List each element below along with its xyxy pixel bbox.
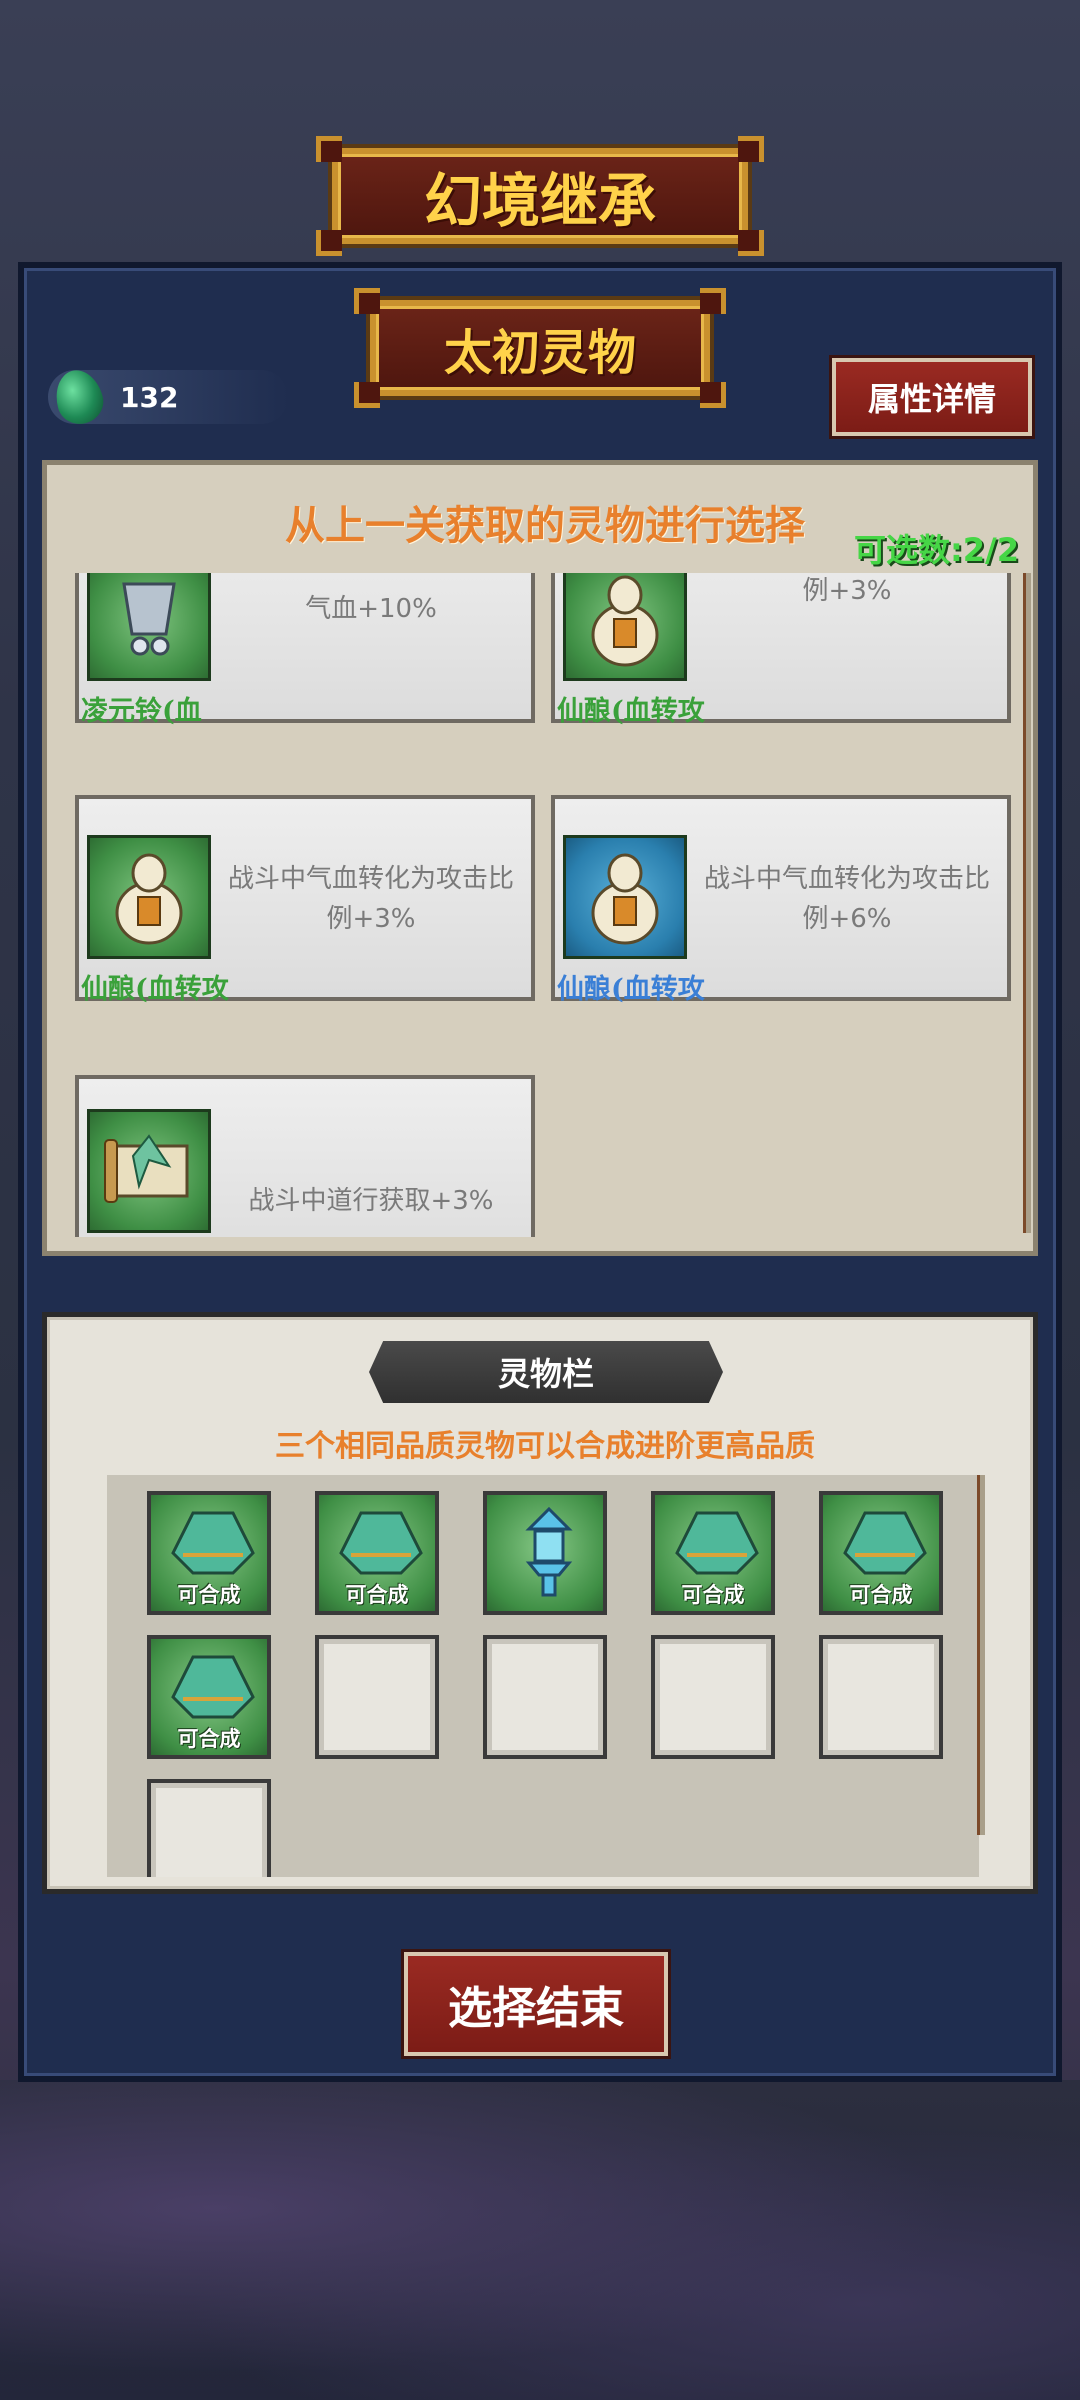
selectable-item-card[interactable]: 战斗中气血转化为攻击比例+3% 仙酿(血转攻 [75, 795, 535, 1005]
item-name: 仙酿(血转攻 [81, 974, 229, 1005]
inventory-tip: 三个相同品质灵物可以合成进阶更高品质 [275, 1429, 815, 1464]
finish-selection-label: 选择结束 [448, 1983, 624, 2034]
item-description: 战斗中道行获取+3% [248, 1186, 494, 1216]
item-description: 气血+10% [305, 594, 437, 624]
inventory-slot-empty[interactable] [483, 1635, 607, 1759]
scroll-icon [87, 1109, 211, 1233]
selectable-item-card[interactable]: 气血+10% 凌元铃(血 [75, 573, 535, 727]
item-description: 战斗中气血转化为攻击比例+3% [802, 576, 892, 606]
jade-stone-icon [843, 1511, 927, 1575]
attribute-details-button[interactable]: 属性详情 [832, 358, 1032, 436]
item-name: 仙酿(血转攻 [557, 974, 705, 1005]
jade-stone-icon [171, 1511, 255, 1575]
selection-scrollbar[interactable] [1023, 573, 1031, 1233]
jade-stone-icon [339, 1511, 423, 1575]
inventory-grid[interactable]: 可合成 可合成 可合成 可合成 可合成 [107, 1475, 979, 1877]
attribute-details-label: 属性详情 [867, 380, 996, 418]
item-name: 仙酿(血转攻 [557, 696, 705, 727]
selectable-item-card[interactable]: 战斗中气血转化为攻击比例+6% 仙酿(血转攻 [551, 795, 1011, 1005]
inventory-slot-empty[interactable] [315, 1635, 439, 1759]
lantern-icon [525, 1506, 573, 1597]
selectable-item-card[interactable]: 战斗中气血转化为攻击比例+3% 仙酿(血转攻 [551, 573, 1011, 727]
craftable-label: 可合成 [849, 1583, 913, 1607]
inventory-slot[interactable]: 可合成 [315, 1491, 439, 1615]
main-title: 幻境继承 [423, 167, 656, 235]
subtitle-plaque: 太初灵物 [354, 288, 726, 408]
subtitle: 太初灵物 [443, 325, 636, 381]
inventory-slot[interactable]: 可合成 [819, 1491, 943, 1615]
item-name: 凌元铃(血 [81, 696, 202, 727]
selection-count: 可选数:2/2 [853, 531, 1019, 569]
inventory-title: 灵物栏 [497, 1355, 594, 1393]
jade-stone-icon [675, 1511, 759, 1575]
selection-panel: 从上一关获取的灵物进行选择 可选数:2/2 气血+10% 凌元铃(血 例+3% … [42, 460, 1038, 1256]
gourd-icon [563, 835, 687, 959]
inventory-slot[interactable]: 可合成 [147, 1635, 271, 1759]
item-description: 战斗中气血转化为攻击比例+3% [227, 864, 514, 934]
item-description: 战斗中气血转化为攻击比例+6% [703, 864, 990, 934]
selection-item-list[interactable]: 气血+10% 凌元铃(血 战斗中气血转化为攻击比例+3% 仙酿(血转攻 [65, 573, 1015, 1237]
inventory-slot-empty[interactable] [651, 1635, 775, 1759]
craftable-label: 可合成 [345, 1583, 409, 1607]
craftable-label: 可合成 [177, 1727, 241, 1751]
inventory-slot[interactable] [483, 1491, 607, 1615]
bell-icon [87, 573, 211, 681]
currency-amount: 132 [120, 380, 179, 414]
currency-display: 132 [48, 364, 288, 430]
inventory-header: 灵物栏 [369, 1341, 723, 1403]
background-scenery [0, 2080, 1080, 2400]
inventory-slot-empty[interactable] [147, 1779, 271, 1877]
inventory-slot[interactable]: 可合成 [147, 1491, 271, 1615]
inventory-slot-empty[interactable] [819, 1635, 943, 1759]
finish-selection-button[interactable]: 选择结束 [404, 1952, 668, 2056]
gourd-icon [87, 835, 211, 959]
jade-stone-icon [171, 1655, 255, 1719]
craftable-label: 可合成 [681, 1583, 745, 1607]
inventory-scrollbar[interactable] [977, 1475, 985, 1835]
inventory-slot[interactable]: 可合成 [651, 1491, 775, 1615]
selectable-item-card[interactable]: 战斗中道行获取+3% [75, 1075, 535, 1237]
craftable-label: 可合成 [177, 1583, 241, 1607]
main-title-plaque: 幻境继承 [316, 136, 764, 256]
gourd-icon [563, 573, 687, 681]
inventory-panel: 灵物栏 三个相同品质灵物可以合成进阶更高品质 可合成 可合成 可合成 可合成 可… [42, 1312, 1038, 1894]
